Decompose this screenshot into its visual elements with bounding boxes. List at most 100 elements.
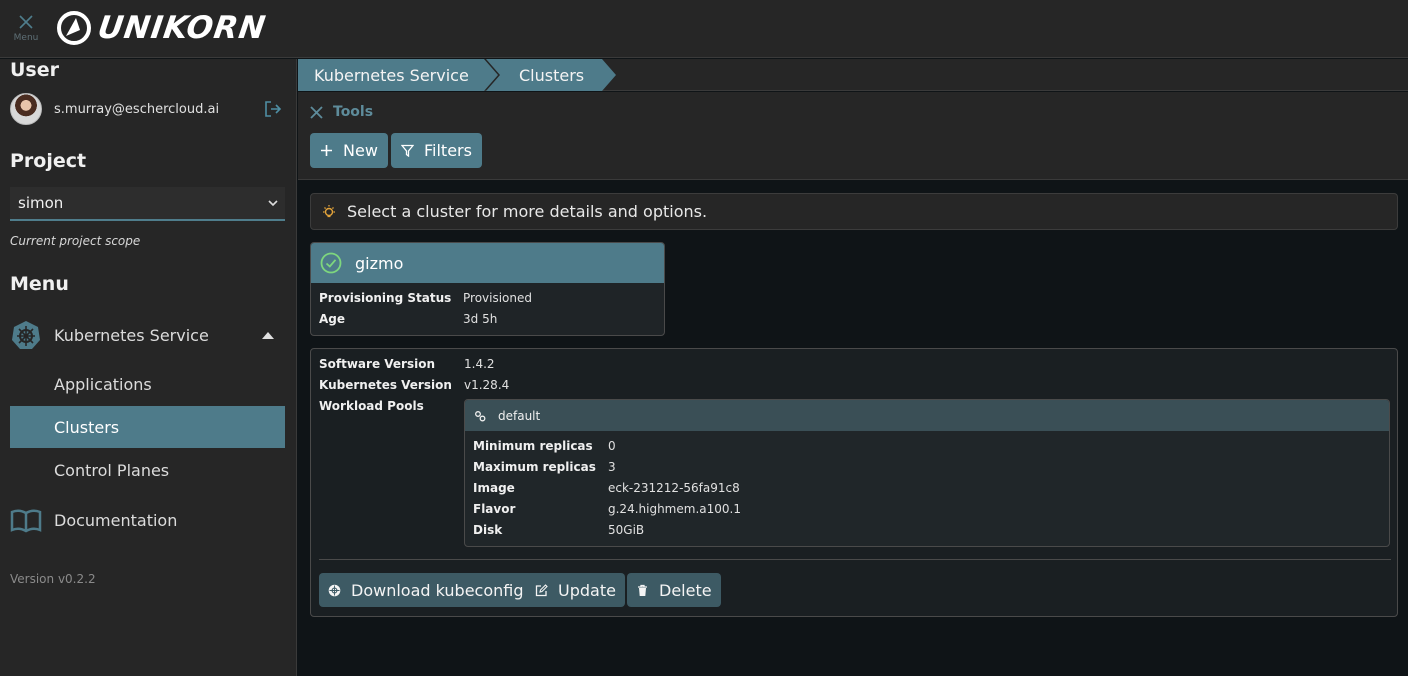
- sidebar-item-clusters[interactable]: Clusters: [10, 406, 285, 448]
- lightbulb-icon: [323, 204, 335, 217]
- new-button-label: New: [343, 141, 378, 160]
- cluster-detail-panel: Software Version 1.4.2 Kubernetes Version…: [310, 348, 1398, 617]
- tools-label: Tools: [333, 104, 374, 120]
- sidebar: User s.murray@eschercloud.ai Project sim…: [0, 59, 297, 676]
- close-icon: [19, 15, 33, 29]
- menu-heading: Menu: [10, 273, 69, 295]
- pool-field-row: Image eck-231212-56fa91c8: [473, 481, 740, 495]
- breadcrumb-label: Kubernetes Service: [314, 65, 469, 85]
- delete-button[interactable]: Delete: [627, 573, 721, 607]
- breadcrumb: Kubernetes Service Clusters: [298, 59, 1408, 91]
- field-value: 1.4.2: [464, 357, 495, 371]
- plus-icon: [321, 145, 332, 156]
- menu-toggle-button[interactable]: Menu: [10, 14, 42, 48]
- user-heading: User: [10, 59, 59, 81]
- edit-icon: [535, 583, 548, 596]
- breadcrumb-kubernetes-service[interactable]: Kubernetes Service: [298, 59, 498, 91]
- field-value: v1.28.4: [464, 378, 510, 392]
- sidebar-item-label: Documentation: [54, 510, 178, 530]
- sidebar-item-label: Kubernetes Service: [54, 325, 209, 345]
- helm-wheel-icon: [328, 584, 341, 596]
- project-heading: Project: [10, 150, 87, 172]
- book-icon: [10, 509, 42, 533]
- detail-row: Kubernetes Version v1.28.4: [319, 378, 509, 392]
- project-select[interactable]: simon: [10, 187, 285, 221]
- pool-field-row: Minimum replicas 0: [473, 439, 616, 453]
- update-button-label: Update: [558, 580, 616, 600]
- delete-button-label: Delete: [659, 580, 712, 600]
- logo-text: UNIKORN: [95, 10, 269, 46]
- workload-pool-card: default Minimum replicas 0 Maximum replic…: [464, 399, 1390, 547]
- breadcrumb-label: Clusters: [519, 65, 585, 85]
- field-value: g.24.highmem.a100.1: [608, 502, 741, 516]
- breadcrumb-clusters[interactable]: Clusters: [486, 59, 616, 91]
- pool-field-row: Disk 50GiB: [473, 523, 644, 537]
- logout-icon[interactable]: [263, 99, 283, 119]
- project-scope-note: Current project scope: [10, 234, 141, 248]
- pool-field-row: Flavor g.24.highmem.a100.1: [473, 502, 741, 516]
- field-key: Workload Pools: [319, 399, 424, 413]
- sidebar-item-applications[interactable]: Applications: [10, 363, 285, 405]
- workload-pool-name: default: [498, 408, 541, 423]
- field-value: 3: [608, 460, 616, 474]
- user-row: s.murray@eschercloud.ai: [10, 93, 285, 125]
- helm-wheel-icon: [12, 321, 40, 349]
- hint-text: Select a cluster for more details and op…: [347, 202, 708, 221]
- workload-pool-header: default: [465, 400, 1389, 431]
- sidebar-item-kubernetes-service[interactable]: Kubernetes Service: [10, 314, 285, 356]
- cluster-field-row: Age 3d 5h: [319, 312, 497, 326]
- unicorn-logo-icon: [57, 11, 91, 45]
- caret-up-icon: [262, 332, 274, 339]
- field-key: Flavor: [473, 502, 516, 516]
- app-version: Version v0.2.2: [10, 572, 96, 586]
- field-value: 50GiB: [608, 523, 645, 537]
- field-key: Provisioning Status: [319, 291, 452, 305]
- download-kubeconfig-label: Download kubeconfig: [351, 580, 524, 600]
- field-key: Minimum replicas: [473, 439, 593, 453]
- pool-field-row: Maximum replicas 3: [473, 460, 616, 474]
- cluster-name: gizmo: [355, 253, 404, 273]
- filters-button-label: Filters: [424, 141, 472, 160]
- field-key: Image: [473, 481, 515, 495]
- field-value: Provisioned: [463, 291, 533, 305]
- chevron-down-icon: [268, 200, 278, 207]
- sidebar-item-documentation[interactable]: Documentation: [10, 499, 285, 541]
- detail-row: Workload Pools: [319, 399, 424, 413]
- divider: [319, 559, 1391, 560]
- filters-button[interactable]: Filters: [391, 133, 482, 168]
- field-key: Age: [319, 312, 346, 326]
- field-value: eck-231212-56fa91c8: [608, 481, 740, 495]
- check-circle-icon: [320, 252, 342, 274]
- new-button[interactable]: New: [310, 133, 388, 168]
- field-value: 0: [608, 439, 616, 453]
- sidebar-item-control-planes[interactable]: Control Planes: [10, 449, 285, 491]
- cluster-field-row: Provisioning Status Provisioned: [319, 291, 532, 305]
- field-key: Kubernetes Version: [319, 378, 452, 392]
- cluster-card-header: gizmo: [311, 243, 664, 283]
- field-key: Maximum replicas: [473, 460, 596, 474]
- hint-banner: Select a cluster for more details and op…: [310, 193, 1398, 230]
- tools-toggle[interactable]: Tools: [310, 104, 373, 120]
- filter-icon: [401, 144, 414, 157]
- update-button[interactable]: Update: [526, 573, 625, 607]
- trash-icon: [638, 584, 647, 596]
- detail-row: Software Version 1.4.2: [319, 357, 495, 371]
- field-key: Disk: [473, 523, 503, 537]
- cluster-card[interactable]: gizmo Provisioning Status Provisioned Age…: [310, 242, 665, 336]
- sidebar-item-label: Applications: [54, 374, 152, 394]
- tools-bar: Tools New Filters: [298, 92, 1408, 180]
- menu-toggle-label: Menu: [13, 33, 39, 43]
- field-value: 3d 5h: [463, 312, 498, 326]
- avatar: [10, 93, 42, 125]
- tools-icon: [310, 105, 323, 119]
- sidebar-item-label: Control Planes: [54, 460, 170, 480]
- gears-icon: [475, 410, 486, 421]
- user-email: s.murray@eschercloud.ai: [54, 101, 220, 117]
- sidebar-item-label: Clusters: [54, 417, 120, 437]
- main-content: Kubernetes Service Clusters Tools New Fi…: [298, 59, 1408, 676]
- download-kubeconfig-button[interactable]: Download kubeconfig: [319, 573, 533, 607]
- top-bar: Menu UNIKORN: [0, 0, 1408, 58]
- logo: UNIKORN: [56, 8, 269, 48]
- project-select-value: simon: [18, 194, 64, 212]
- field-key: Software Version: [319, 357, 435, 371]
